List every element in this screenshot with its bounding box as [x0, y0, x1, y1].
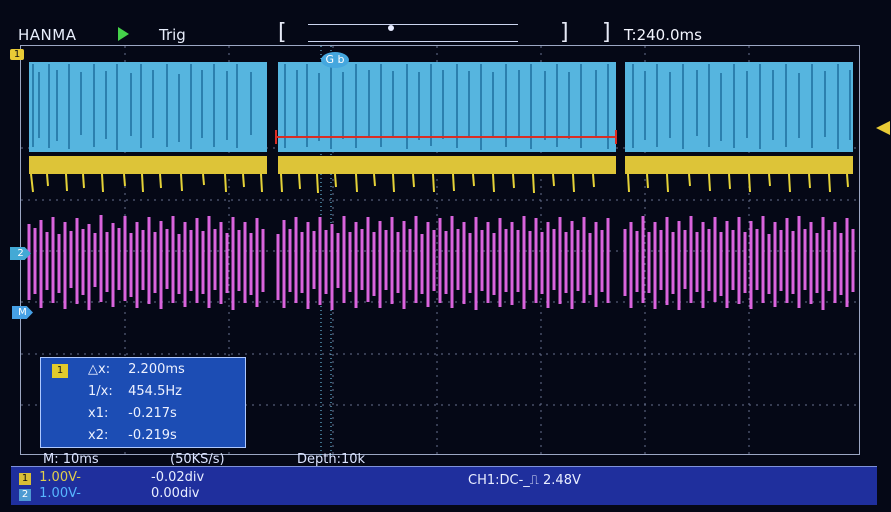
measurement-row-x1: x1: -0.217s	[88, 406, 177, 421]
measurement-value: -0.219s	[128, 428, 177, 443]
position-track[interactable]	[308, 24, 518, 42]
trigger-level-marker[interactable]	[876, 121, 890, 135]
top-status-bar: HANMA Trig [ ] ] T:240.0ms	[18, 20, 858, 45]
run-icon	[118, 27, 129, 41]
measurement-value: 2.200ms	[128, 362, 185, 377]
measurement-row-delta-x: △x: 2.200ms	[88, 362, 185, 377]
measurement-label: x1:	[88, 406, 109, 421]
math-waveform	[27, 215, 855, 310]
right-bracket-icon: ]	[602, 20, 611, 45]
measurement-label: △x:	[88, 362, 111, 377]
brand-label: HANMA	[18, 26, 77, 44]
channel-1-volts: 1.00V-	[39, 470, 81, 485]
ch2-waveform	[29, 62, 853, 152]
measurement-row-frequency: 1/x: 454.5Hz	[88, 384, 182, 399]
channel-1-offset: -0.02div	[151, 470, 205, 485]
channel-1-settings[interactable]: 1 1.00V- -0.02div	[19, 470, 204, 485]
measurement-badge: 1	[52, 364, 68, 378]
channel-2-settings[interactable]: 2 1.00V- 0.00div	[19, 486, 200, 501]
channel-2-volts: 1.00V-	[39, 486, 81, 501]
channel-1-badge: 1	[19, 473, 31, 485]
ch1-waveform	[29, 156, 853, 194]
measurement-label: 1/x:	[88, 384, 113, 399]
measurement-panel: 1 △x: 2.200ms 1/x: 454.5Hz x1: -0.217s x…	[40, 357, 246, 448]
left-bracket-icon: [	[278, 20, 287, 45]
channel-2-badge: 2	[19, 489, 31, 501]
position-marker[interactable]	[388, 25, 394, 31]
time-division-readout: M: 10ms	[43, 452, 99, 467]
memory-depth-readout: Depth:10k	[297, 452, 366, 467]
measurement-row-x2: x2: -0.219s	[88, 428, 177, 443]
ch1-marker[interactable]: 1	[10, 49, 24, 60]
sample-rate-readout: (50KS/s)	[170, 452, 225, 467]
measurement-label: x2:	[88, 428, 109, 443]
timeline-position-bar[interactable]: [ ] ]	[278, 20, 613, 45]
trigger-position-badge[interactable]: G b	[321, 52, 349, 68]
measurement-value: -0.217s	[128, 406, 177, 421]
right-bracket-icon: ]	[560, 20, 569, 45]
channel-2-offset: 0.00div	[151, 486, 200, 501]
timebase-readout: T:240.0ms	[624, 26, 702, 44]
measurement-value: 454.5Hz	[128, 384, 182, 399]
trigger-info: CH1:DC-_⎍ 2.48V	[468, 473, 581, 488]
channel-settings-bar: 1 1.00V- -0.02div 2 1.00V- 0.00div CH1:D…	[11, 466, 877, 505]
trigger-status: Trig	[159, 26, 186, 44]
